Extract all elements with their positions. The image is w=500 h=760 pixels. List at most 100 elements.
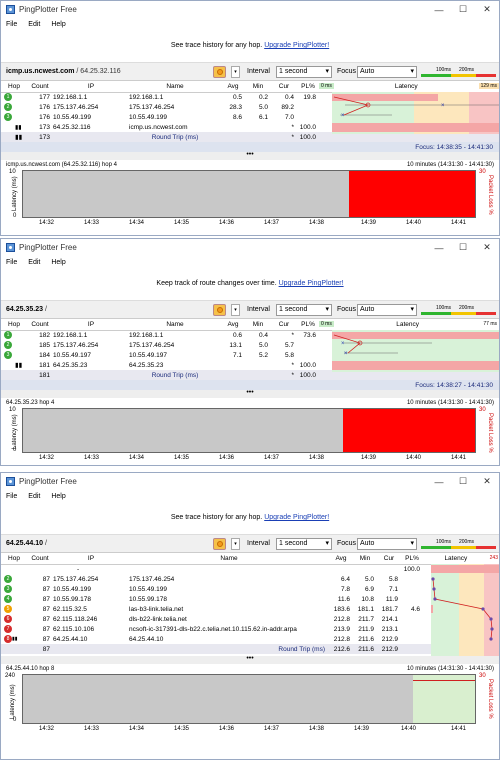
- minimize-button[interactable]: —: [427, 1, 451, 18]
- focus-select[interactable]: Auto: [357, 66, 417, 78]
- col-pl[interactable]: PL%: [401, 553, 423, 565]
- menu-file[interactable]: File: [6, 259, 17, 266]
- menu-file[interactable]: File: [6, 21, 17, 28]
- table-row[interactable]: 6 87 62.115.118.246 dls-b22-link.telia.n…: [1, 614, 499, 624]
- col-pl[interactable]: PL%: [297, 81, 319, 93]
- maximize-button[interactable]: ☐: [451, 239, 475, 256]
- minimize-button[interactable]: —: [427, 473, 451, 490]
- pause-button[interactable]: [213, 538, 226, 550]
- ip-cell: 175.137.46.254: [53, 341, 99, 349]
- pause-dropdown-arrow[interactable]: ▾: [231, 538, 240, 550]
- pause-dropdown-arrow[interactable]: ▾: [231, 304, 240, 316]
- splitter-handle[interactable]: •••: [1, 389, 499, 398]
- upgrade-link[interactable]: Upgrade PingPlotter!: [264, 42, 329, 49]
- menu-edit[interactable]: Edit: [28, 493, 40, 500]
- col-hop[interactable]: Hop: [1, 81, 27, 93]
- col-cur[interactable]: Cur: [271, 319, 297, 331]
- focus-label: Focus: [337, 306, 357, 313]
- maximize-button[interactable]: ☐: [451, 1, 475, 18]
- col-name[interactable]: Name: [129, 553, 329, 565]
- col-cur[interactable]: Cur: [271, 81, 297, 93]
- col-hop[interactable]: Hop: [1, 553, 27, 565]
- col-latency[interactable]: Latency 243: [423, 553, 499, 565]
- table-row[interactable]: 7 87 62.115.10.106 ncsoft-ic-317391-dls-…: [1, 624, 499, 634]
- count-cell: 87: [42, 635, 50, 643]
- focus-select[interactable]: Auto: [357, 538, 417, 550]
- col-ip[interactable]: IP: [53, 319, 129, 331]
- table-row[interactable]: 5 87 62.115.32.5 las-b3-link.telia.net 1…: [1, 604, 499, 614]
- pause-button[interactable]: [213, 66, 226, 78]
- interval-select[interactable]: 1 second: [276, 538, 332, 550]
- menu-edit[interactable]: Edit: [28, 259, 40, 266]
- menu-help[interactable]: Help: [51, 259, 65, 266]
- col-ip[interactable]: IP: [53, 81, 129, 93]
- close-button[interactable]: ✕: [475, 1, 499, 18]
- col-min[interactable]: Min: [245, 319, 271, 331]
- col-ip[interactable]: IP: [53, 553, 129, 565]
- pl-cell: [401, 624, 423, 634]
- menu-file[interactable]: File: [6, 493, 17, 500]
- pause-dropdown-arrow[interactable]: ▾: [231, 66, 240, 78]
- menu-help[interactable]: Help: [51, 493, 65, 500]
- col-latency[interactable]: 0 ms Latency 129 ms: [319, 81, 499, 93]
- col-avg[interactable]: Avg: [221, 81, 245, 93]
- x-tick: 14:40: [406, 220, 422, 226]
- min-cell: 181.1: [357, 605, 374, 613]
- close-button[interactable]: ✕: [475, 473, 499, 490]
- pause-button[interactable]: [213, 304, 226, 316]
- col-count[interactable]: Count: [27, 81, 53, 93]
- right-axis-label: Packet Loss %: [487, 413, 493, 453]
- upgrade-link[interactable]: Upgrade PingPlotter!: [279, 280, 344, 287]
- timeline-range[interactable]: 10 minutes (14:31:30 - 14:41:30): [407, 400, 494, 406]
- focus-label: Focus: [337, 68, 357, 75]
- minimize-button[interactable]: —: [427, 239, 451, 256]
- y-axis-label: Latency (ms): [10, 684, 16, 719]
- lat-bg-green: [431, 564, 459, 656]
- interval-select[interactable]: 1 second: [276, 66, 332, 78]
- upgrade-link[interactable]: Upgrade PingPlotter!: [264, 514, 329, 521]
- interval-select[interactable]: 1 second: [276, 304, 332, 316]
- col-hop[interactable]: Hop: [1, 319, 27, 331]
- table-row[interactable]: 3 87 10.55.49.199 10.55.49.199 7.8 6.9 7…: [1, 584, 499, 594]
- lat-min-label: 0 ms: [319, 82, 334, 89]
- col-count[interactable]: Count: [27, 319, 53, 331]
- cur-cell: 5.7: [284, 341, 294, 349]
- col-avg[interactable]: Avg: [329, 553, 353, 565]
- table-row[interactable]: - 100.0: [1, 564, 499, 574]
- timeline-range[interactable]: 10 minutes (14:31:30 - 14:41:30): [407, 666, 494, 672]
- summary-row: 87 Round Trip (ms) 212.6 211.6 212.9: [1, 644, 499, 654]
- col-latency[interactable]: 0 ms Latency 77 ms: [319, 319, 499, 331]
- table-row[interactable]: 4 87 10.55.99.178 10.55.99.178 11.6 10.8…: [1, 594, 499, 604]
- col-name[interactable]: Name: [129, 319, 221, 331]
- count-cell: 177: [39, 93, 50, 101]
- target-address: 64.25.35.23 /: [6, 306, 47, 313]
- col-count[interactable]: Count: [27, 553, 53, 565]
- avg-cell: [329, 564, 353, 574]
- maximize-button[interactable]: ☐: [451, 473, 475, 490]
- col-pl[interactable]: PL%: [297, 319, 319, 331]
- hop-status-icon: 3: [4, 113, 12, 121]
- focus-select[interactable]: Auto: [357, 304, 417, 316]
- menu-edit[interactable]: Edit: [28, 21, 40, 28]
- timeline-range[interactable]: 10 minutes (14:31:30 - 14:41:30): [407, 162, 494, 168]
- splitter-handle[interactable]: •••: [1, 151, 499, 160]
- col-min[interactable]: Min: [353, 553, 377, 565]
- summary-avg: 212.6: [329, 644, 353, 654]
- lat-max-label: 77 ms: [483, 320, 497, 327]
- table-row[interactable]: 8 ▮▮ 87 64.25.44.10 64.25.44.10 212.8 211…: [1, 634, 499, 644]
- menu-help[interactable]: Help: [51, 21, 65, 28]
- scale-bar-green: [421, 74, 451, 77]
- table-row[interactable]: 2 87 175.137.46.254 175.137.46.254 6.4 5…: [1, 574, 499, 584]
- timeline-title: 64.25.44.10 hop 8: [6, 665, 55, 672]
- splitter-handle[interactable]: •••: [1, 655, 499, 664]
- latency-header-label: Latency: [396, 320, 419, 328]
- col-min[interactable]: Min: [245, 81, 271, 93]
- lat-min-label: 0 ms: [319, 320, 334, 327]
- col-cur[interactable]: Cur: [377, 553, 401, 565]
- scale-bar-green: [421, 312, 451, 315]
- x-tick: 14:37: [264, 220, 280, 226]
- col-name[interactable]: Name: [129, 81, 221, 93]
- col-avg[interactable]: Avg: [221, 319, 245, 331]
- close-button[interactable]: ✕: [475, 239, 499, 256]
- cur-marker-hop3: ×: [344, 351, 348, 357]
